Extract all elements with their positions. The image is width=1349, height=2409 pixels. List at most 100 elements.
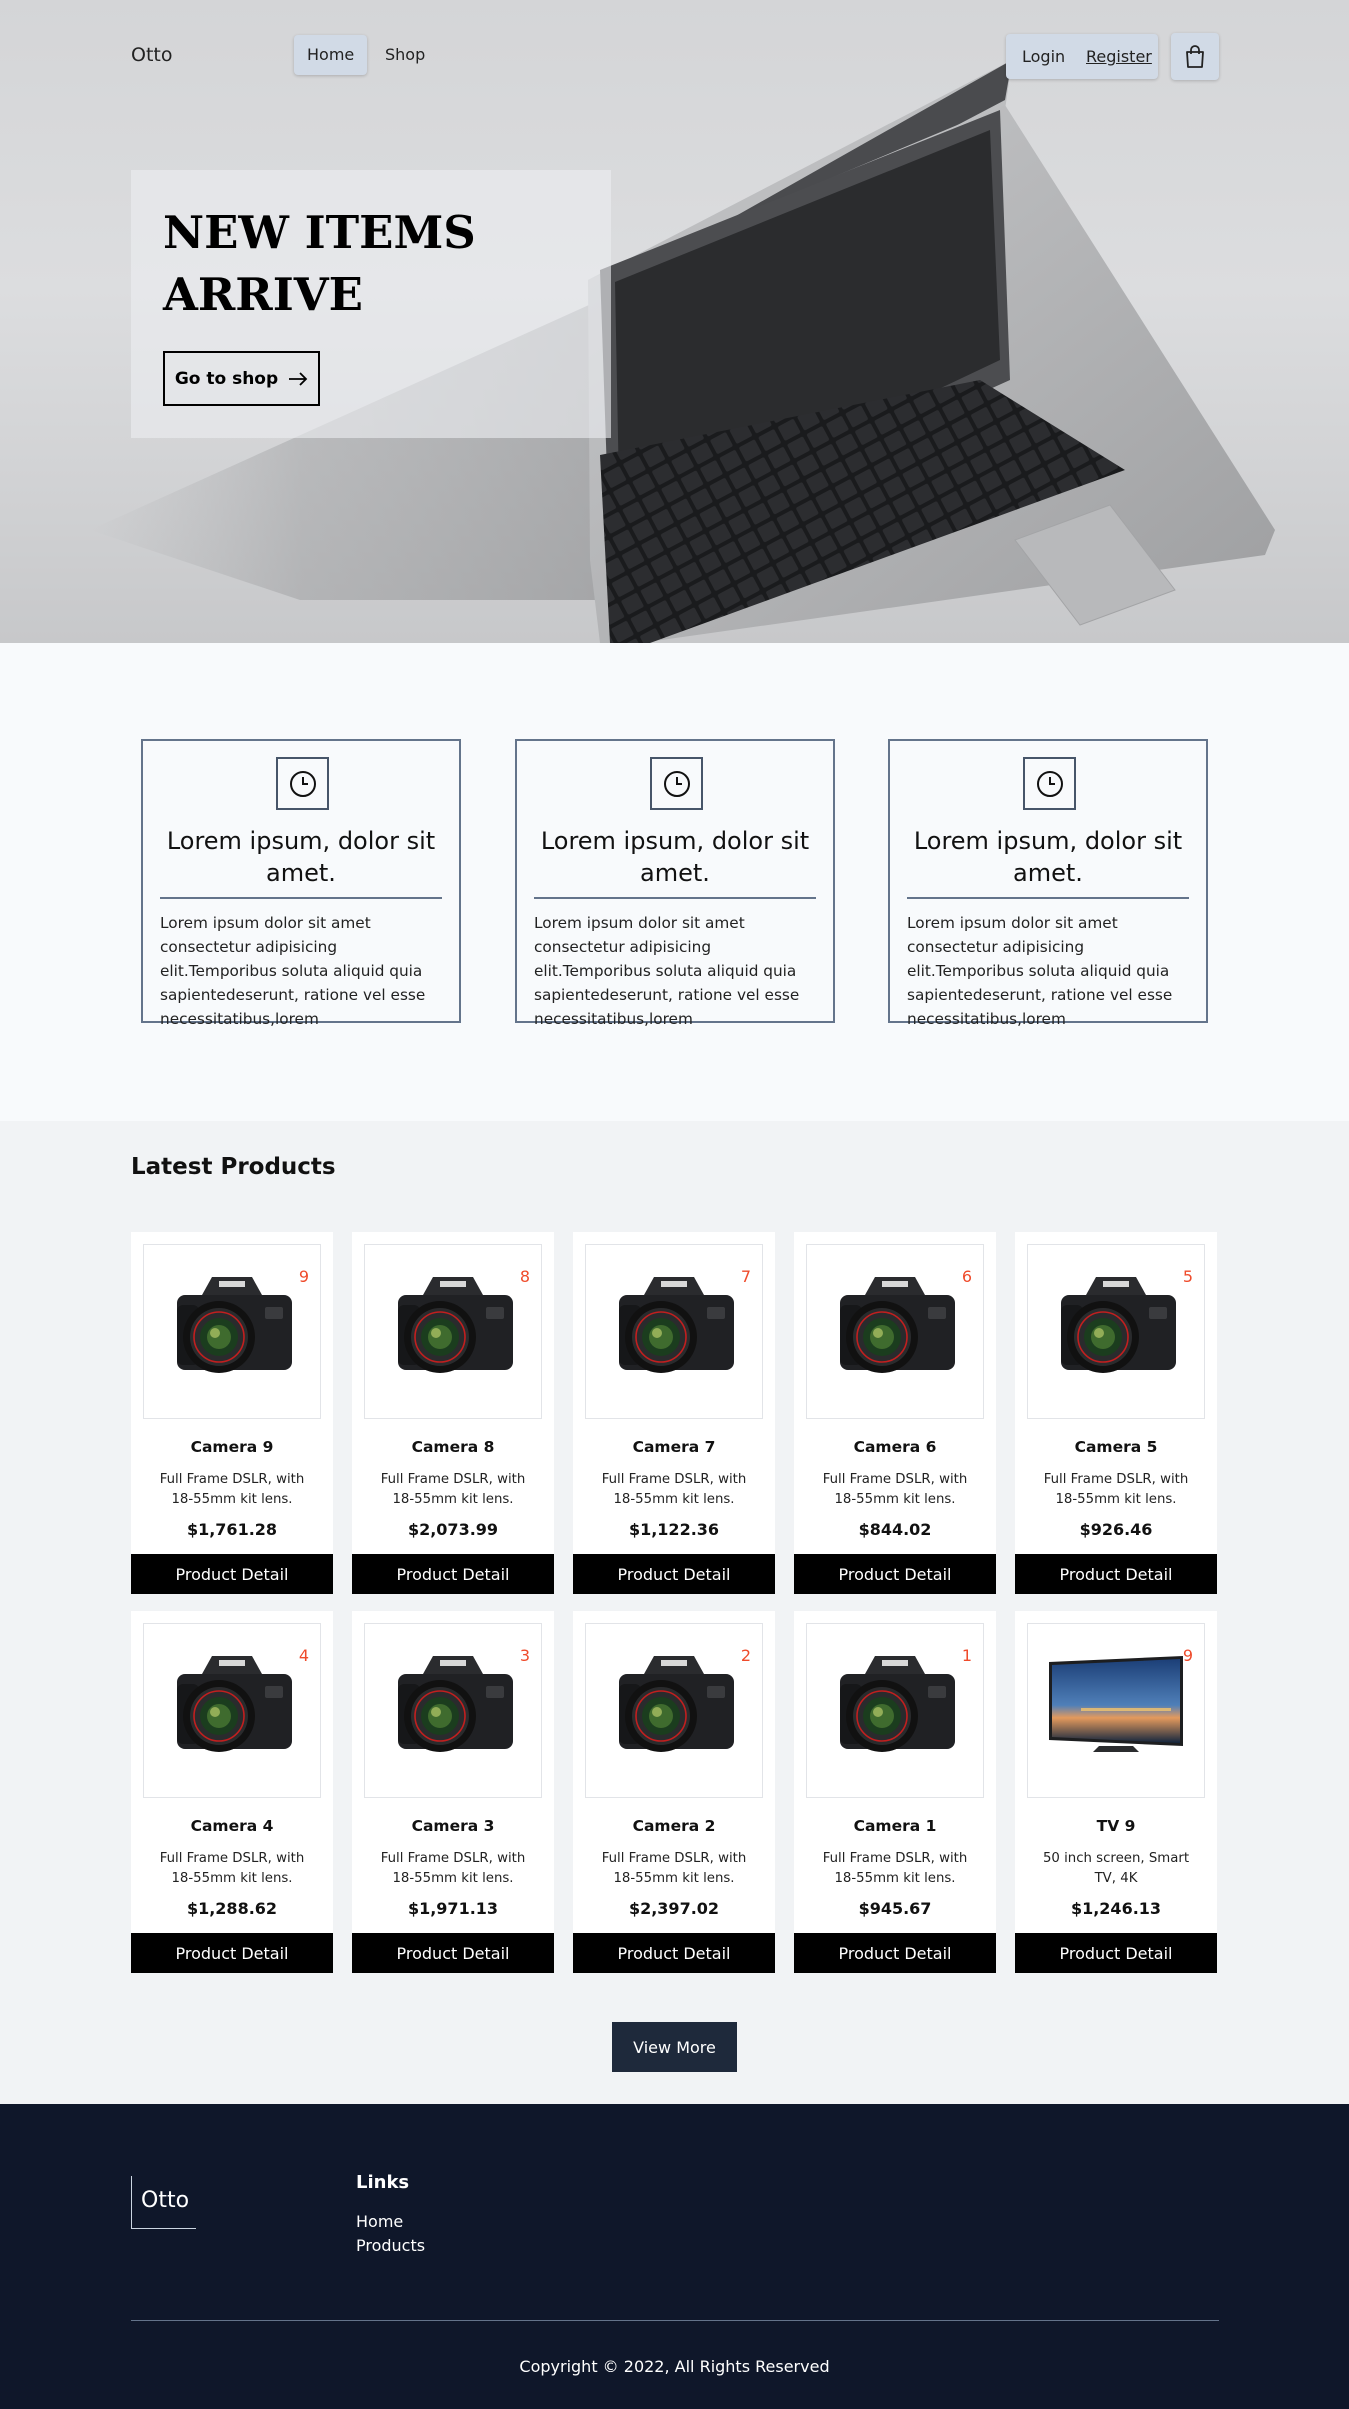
product-detail-button[interactable]: Product Detail	[352, 1933, 554, 1973]
product-price: $1,288.62	[186, 1899, 278, 1918]
product-badge: 8	[519, 1267, 530, 1286]
view-more-button[interactable]: View More	[612, 2022, 737, 2072]
product-description: Full Frame DSLR, with 18-55mm kit lens.	[380, 1472, 526, 1507]
feature-title: Lorem ipsum, dolor sit amet.	[540, 827, 810, 887]
nav-link-home[interactable]: Home	[294, 35, 368, 75]
nav-link-shop[interactable]: Shop	[372, 35, 438, 75]
product-detail-button[interactable]: Product Detail	[1015, 1933, 1217, 1973]
footer-links-heading: Links	[356, 2172, 410, 2193]
camera-image	[599, 1634, 749, 1788]
product-price: $2,397.02	[628, 1899, 720, 1918]
product-description: Full Frame DSLR, with 18-55mm kit lens.	[380, 1851, 526, 1886]
product-badge: 9	[298, 1267, 309, 1286]
section-title: Latest Products	[131, 1154, 336, 1180]
product-card: 9 TV 9 50 inch screen, Smart TV, 4K $1,2…	[1015, 1611, 1217, 1973]
top-nav: Otto Home Shop Login Register	[0, 0, 1349, 115]
product-description: 50 inch screen, Smart TV, 4K	[1042, 1851, 1190, 1886]
auth-group: Login Register	[1006, 34, 1158, 79]
cart-button[interactable]	[1171, 33, 1219, 80]
product-price: $844.02	[858, 1520, 932, 1539]
camera-image	[820, 1255, 970, 1409]
feature-text: Lorem ipsum dolor sit amet consectetur a…	[534, 914, 800, 1028]
product-description: Full Frame DSLR, with 18-55mm kit lens.	[601, 1472, 747, 1507]
product-card: 3 Camera 3 Full Frame DSLR, with 18-55mm…	[352, 1611, 554, 1973]
feature-text: Lorem ipsum dolor sit amet consectetur a…	[160, 914, 426, 1028]
product-detail-button[interactable]: Product Detail	[131, 1933, 333, 1973]
product-detail-button[interactable]: Product Detail	[573, 1933, 775, 1973]
shopping-bag-icon	[1186, 44, 1204, 68]
copyright-text: Copyright © 2022, All Rights Reserved	[519, 2357, 830, 2376]
product-image[interactable]: 6	[806, 1244, 984, 1419]
product-price: $945.67	[858, 1899, 932, 1918]
product-badge: 7	[740, 1267, 751, 1286]
feature-divider	[907, 897, 1189, 899]
product-description: Full Frame DSLR, with 18-55mm kit lens.	[159, 1472, 305, 1507]
product-price: $1,971.13	[407, 1899, 499, 1918]
feature-card: Lorem ipsum, dolor sit amet. Lorem ipsum…	[888, 739, 1208, 1028]
product-name: Camera 4	[190, 1817, 274, 1835]
product-price: $1,246.13	[1070, 1899, 1162, 1918]
product-image[interactable]: 1	[806, 1623, 984, 1798]
arrow-right-icon	[289, 371, 308, 386]
hero-section: Otto Home Shop Login Register NEW ITEMS …	[0, 0, 1349, 643]
product-image[interactable]: 7	[585, 1244, 763, 1419]
product-image[interactable]: 9	[143, 1244, 321, 1419]
product-detail-button[interactable]: Product Detail	[131, 1554, 333, 1594]
product-name: Camera 7	[632, 1438, 716, 1456]
tv-image	[1041, 1634, 1191, 1788]
product-image[interactable]: 4	[143, 1623, 321, 1798]
product-card: 5 Camera 5 Full Frame DSLR, with 18-55mm…	[1015, 1232, 1217, 1594]
product-badge: 5	[1182, 1267, 1193, 1286]
product-image[interactable]: 3	[364, 1623, 542, 1798]
camera-image	[157, 1255, 307, 1409]
go-to-shop-label: Go to shop	[174, 368, 279, 389]
product-card: 4 Camera 4 Full Frame DSLR, with 18-55mm…	[131, 1611, 333, 1973]
camera-image	[1041, 1255, 1191, 1409]
product-name: Camera 8	[411, 1438, 495, 1456]
go-to-shop-button[interactable]: Go to shop	[163, 351, 320, 406]
product-image[interactable]: 9	[1027, 1623, 1205, 1798]
product-detail-button[interactable]: Product Detail	[794, 1554, 996, 1594]
product-detail-button[interactable]: Product Detail	[573, 1554, 775, 1594]
product-price: $926.46	[1079, 1520, 1153, 1539]
product-badge: 3	[519, 1646, 530, 1665]
clock-icon	[1023, 757, 1076, 810]
footer-link-products[interactable]: Products	[356, 2236, 425, 2255]
hero-promo-box: NEW ITEMS ARRIVE Go to shop	[131, 170, 611, 438]
footer-brand[interactable]: Otto	[131, 2176, 196, 2229]
product-detail-button[interactable]: Product Detail	[352, 1554, 554, 1594]
camera-image	[378, 1255, 528, 1409]
feature-title: Lorem ipsum, dolor sit amet.	[913, 827, 1183, 887]
camera-image	[157, 1634, 307, 1788]
product-description: Full Frame DSLR, with 18-55mm kit lens.	[159, 1851, 305, 1886]
camera-image	[599, 1255, 749, 1409]
feature-text: Lorem ipsum dolor sit amet consectetur a…	[907, 914, 1173, 1028]
product-badge: 6	[961, 1267, 972, 1286]
product-card: 6 Camera 6 Full Frame DSLR, with 18-55mm…	[794, 1232, 996, 1594]
clock-icon	[276, 757, 329, 810]
product-description: Full Frame DSLR, with 18-55mm kit lens.	[822, 1851, 968, 1886]
feature-divider	[160, 897, 442, 899]
product-image[interactable]: 8	[364, 1244, 542, 1419]
product-card: 9 Camera 9 Full Frame DSLR, with 18-55mm…	[131, 1232, 333, 1594]
product-description: Full Frame DSLR, with 18-55mm kit lens.	[822, 1472, 968, 1507]
feature-card: Lorem ipsum, dolor sit amet. Lorem ipsum…	[141, 739, 461, 1028]
product-description: Full Frame DSLR, with 18-55mm kit lens.	[1043, 1472, 1189, 1507]
features-section: Lorem ipsum, dolor sit amet. Lorem ipsum…	[0, 643, 1349, 1121]
feature-card: Lorem ipsum, dolor sit amet. Lorem ipsum…	[515, 739, 835, 1028]
footer-link-home[interactable]: Home	[356, 2212, 403, 2231]
login-link[interactable]: Login	[1022, 47, 1065, 66]
footer: Otto Links Home Products Copyright © 202…	[0, 2104, 1349, 2409]
product-description: Full Frame DSLR, with 18-55mm kit lens.	[601, 1851, 747, 1886]
product-card: 1 Camera 1 Full Frame DSLR, with 18-55mm…	[794, 1611, 996, 1973]
product-card: 7 Camera 7 Full Frame DSLR, with 18-55mm…	[573, 1232, 775, 1594]
product-image[interactable]: 5	[1027, 1244, 1205, 1419]
product-badge: 9	[1182, 1646, 1193, 1665]
product-price: $2,073.99	[407, 1520, 499, 1539]
register-link[interactable]: Register	[1086, 47, 1152, 66]
product-name: TV 9	[1096, 1817, 1136, 1835]
product-detail-button[interactable]: Product Detail	[1015, 1554, 1217, 1594]
product-detail-button[interactable]: Product Detail	[794, 1933, 996, 1973]
product-image[interactable]: 2	[585, 1623, 763, 1798]
brand-logo[interactable]: Otto	[131, 44, 172, 66]
